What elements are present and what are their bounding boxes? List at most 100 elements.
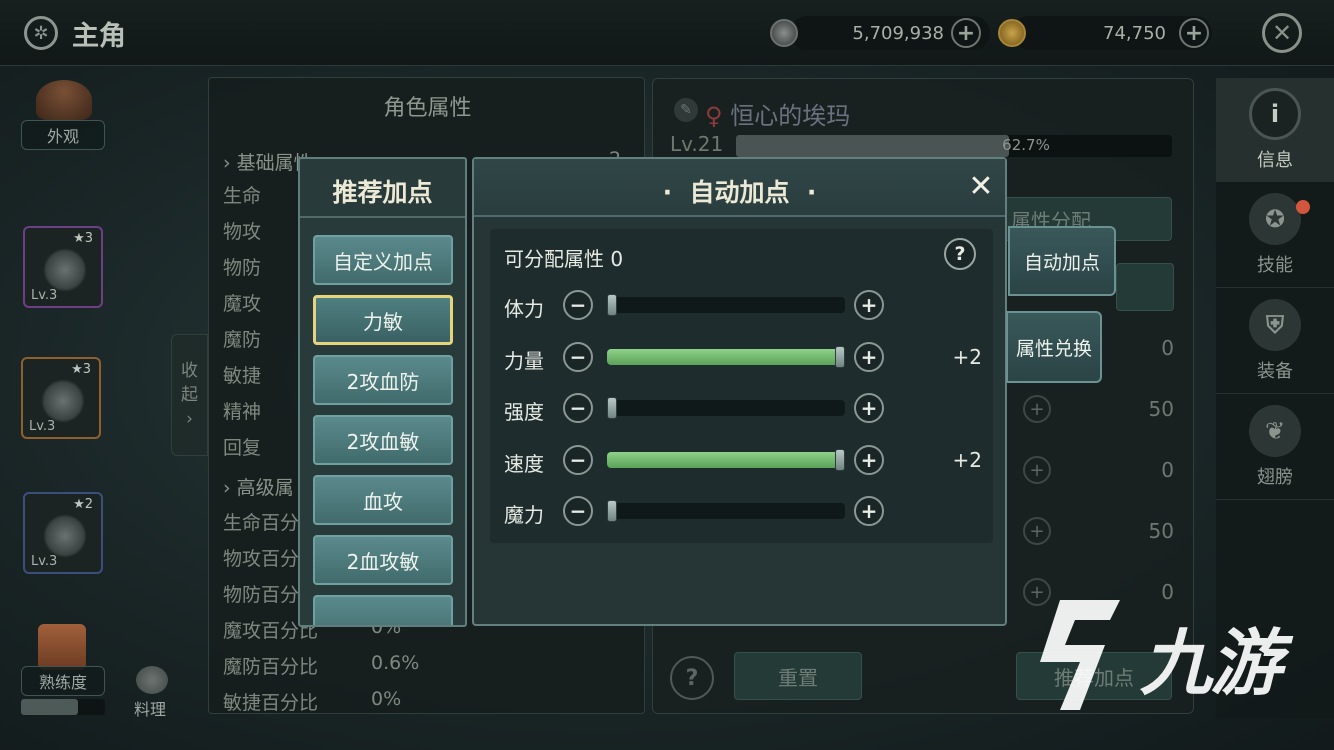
attribute-row-label: 魔防 (223, 329, 262, 351)
reset-button[interactable]: 重置 (734, 652, 862, 700)
attribute-row-label: 生命百分 (223, 512, 300, 534)
stat-slider-handle[interactable] (835, 345, 845, 368)
skill-icon: ✪ (1249, 192, 1301, 245)
bg-tab-button[interactable] (1116, 263, 1174, 311)
stat-slider[interactable] (607, 448, 845, 471)
collapse-label: 起 (181, 385, 198, 405)
auto-add-tab[interactable]: 自动加点 (1008, 226, 1116, 296)
watermark-mark-icon (1040, 600, 1120, 710)
equipment-slot-1[interactable]: ★3 Lv.3 (23, 226, 103, 308)
recommend-option[interactable]: 血攻 (313, 475, 453, 525)
recommend-option[interactable]: 2攻血敏 (313, 415, 453, 465)
proficiency-button[interactable]: 熟练度 (21, 666, 105, 696)
watermark-logo: 九游 (1020, 590, 1310, 720)
stat-slider[interactable] (607, 294, 845, 316)
attribute-row-label: 物攻百分 (223, 548, 300, 570)
collapse-label: 收 (181, 361, 198, 381)
silver-amount: 5,709,938 (852, 22, 944, 44)
recommend-option[interactable]: 2血攻敏 (313, 535, 453, 585)
decrease-button[interactable]: − (563, 496, 593, 526)
scroll-icon (38, 624, 86, 670)
bg-attr-value: 50 (1148, 519, 1174, 543)
hat-icon (36, 80, 92, 120)
edit-icon[interactable]: ✎ (674, 98, 698, 122)
silver-coin-icon (770, 19, 798, 47)
appearance-button[interactable]: 外观 (21, 120, 105, 150)
stat-slider[interactable] (607, 345, 845, 368)
stat-slider-handle[interactable] (835, 448, 845, 471)
add-silver-button[interactable]: + (951, 18, 981, 48)
watermark-text: 九游 (1140, 621, 1282, 705)
attribute-row-label: 物防 (223, 257, 262, 279)
attr-exchange-tab[interactable]: 属性兑换 (1006, 311, 1102, 383)
stat-slider[interactable] (607, 500, 845, 522)
necklace-icon (43, 248, 87, 292)
attribute-row-label: 敏捷 (223, 365, 262, 387)
slot-level: Lv.3 (31, 288, 58, 303)
dialog-close-icon[interactable]: ✕ (966, 172, 996, 202)
armor-icon: ⛨ (1249, 298, 1301, 351)
available-label: 可分配属性 (504, 247, 604, 271)
nav-skill[interactable]: ✪ 技能 (1216, 182, 1334, 288)
stat-slider[interactable] (607, 397, 845, 419)
available-value: 0 (610, 247, 624, 271)
recommend-title: 推荐加点 (332, 178, 433, 207)
xp-bar: 62.7% (736, 135, 1172, 157)
gold-coin-icon (998, 19, 1026, 47)
stat-label: 魔力 (504, 503, 544, 527)
decrease-button[interactable]: − (563, 341, 593, 372)
increase-button[interactable]: + (854, 341, 884, 372)
increase-button[interactable]: + (854, 393, 884, 423)
stat-slider-handle[interactable] (607, 397, 617, 419)
equipment-slot-3[interactable]: ★2 Lv.3 (23, 492, 103, 574)
attribute-row-label: 敏捷百分比 (223, 692, 319, 714)
cooking-icon (136, 666, 168, 694)
slot-stars: ★3 (71, 362, 91, 377)
character-level: Lv.21 (670, 132, 724, 156)
increase-button[interactable]: + (854, 496, 884, 526)
recommend-option[interactable]: 自定义加点 (313, 235, 453, 285)
stat-slider-fill (607, 348, 845, 365)
menu-icon[interactable]: ✲ (24, 16, 58, 50)
decrease-button[interactable]: − (563, 290, 593, 320)
character-name: ♀ 恒心的埃玛 (705, 96, 850, 131)
cooking-label[interactable]: 料理 (128, 696, 172, 720)
collapse-tab[interactable]: 收 起 › (171, 334, 208, 456)
attribute-row-label: 魔攻 (223, 293, 262, 315)
stats-area (490, 229, 993, 543)
help-icon[interactable]: ? (944, 238, 976, 270)
decrease-button[interactable]: − (563, 393, 593, 423)
close-icon[interactable]: ✕ (1262, 13, 1302, 53)
stat-label: 强度 (504, 400, 544, 424)
bg-attr-value: 0 (1161, 336, 1174, 360)
recommend-option[interactable]: 力敏 (313, 295, 453, 345)
stat-slider-handle[interactable] (607, 500, 617, 522)
nav-wings[interactable]: ❦ 翅膀 (1216, 394, 1334, 500)
available-points: 可分配属性 0 (504, 243, 623, 272)
slot-stars: ★2 (73, 497, 93, 512)
increase-button[interactable]: + (854, 444, 884, 475)
equipment-slot-2[interactable]: ★3 Lv.3 (21, 357, 101, 439)
dialog-title: · 自动加点 · (662, 178, 817, 207)
attribute-row-label: 回复 (223, 437, 262, 459)
add-gold-button[interactable]: + (1179, 18, 1209, 48)
recommend-option[interactable]: 2攻血防 (313, 355, 453, 405)
nav-wings-label: 翅膀 (1257, 466, 1293, 488)
recommend-option-partial[interactable] (313, 595, 453, 625)
recommend-panel: 推荐加点 自定义加点力敏 2攻血防 2攻血敏血攻 2血攻敏 (298, 157, 467, 627)
nav-info-label: 信息 (1257, 149, 1293, 171)
nav-info[interactable]: i 信息 (1216, 78, 1334, 182)
decrease-button[interactable]: − (563, 444, 593, 475)
bg-plus-button[interactable]: + (1023, 456, 1051, 484)
divider (300, 216, 465, 218)
stat-slider-handle[interactable] (607, 294, 617, 316)
advanced-section-label: 高级属 (236, 477, 294, 499)
help-icon-bottom[interactable]: ? (670, 656, 714, 700)
advanced-section-header[interactable]: › 高级属 (223, 473, 294, 500)
bg-plus-button[interactable]: + (1023, 517, 1051, 545)
stat-delta: +2 (952, 344, 982, 369)
increase-button[interactable]: + (854, 290, 884, 320)
nav-equipment[interactable]: ⛨ 装备 (1216, 288, 1334, 394)
bg-plus-button[interactable]: + (1023, 395, 1051, 423)
bg-attr-value: 0 (1161, 458, 1174, 482)
